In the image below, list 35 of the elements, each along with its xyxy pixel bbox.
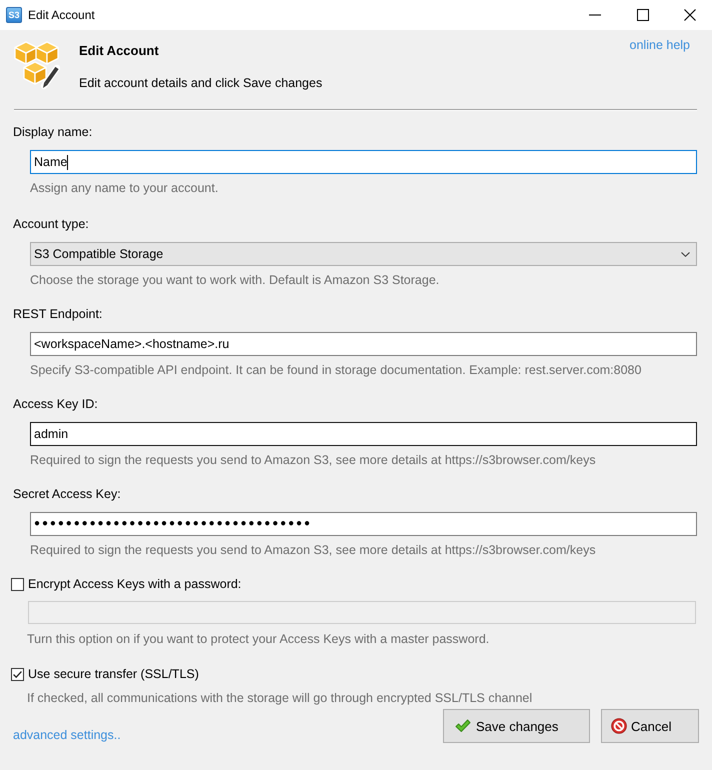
option-hint: Turn this option on if you want to protect your Access Keys with a master password. (27, 631, 490, 647)
minimize-icon[interactable] (589, 14, 601, 16)
field-label: Account type: (13, 216, 90, 232)
field-hint: Choose the storage you want to work with. Default is Amazon S3 Storage. (30, 272, 440, 288)
cancel-button[interactable]: Cancel (601, 709, 699, 743)
dropdown[interactable]: S3 Compatible Storage (30, 242, 697, 266)
option-hint: If checked, all communications with the storage will go through encrypted SSL/TLS channel (27, 690, 534, 706)
save-button[interactable]: Save changes (443, 709, 590, 743)
field-hint: Required to sign the requests you send to Amazon S3, see more details at https://s3browser.com/keys (30, 452, 597, 468)
password-field[interactable]: ●●●●●●●●●●●●●●●●●●●●●●●●●●●●●●●●●●● (30, 512, 697, 536)
field-hint: Assign any name to your account. (30, 180, 220, 196)
field-label: Secret Access Key: (13, 486, 122, 502)
boxes-with-pencil-icon (14, 40, 60, 90)
maximize-icon[interactable] (637, 9, 649, 21)
text-field[interactable]: Name (30, 150, 697, 174)
app-icon: S3 (6, 7, 22, 23)
window-title: Edit Account (28, 8, 95, 22)
chevron-down-icon (681, 252, 690, 256)
text-field[interactable]: admin (30, 422, 697, 446)
field-hint: Required to sign the requests you send to Amazon S3, see more details at https://s3browser.com/keys (30, 542, 597, 558)
field-hint: Specify S3-compatible API endpoint. It can be found in storage documentation. Example: rest.server.com:8080 (30, 362, 642, 378)
checkbox-label[interactable]: Use secure transfer (SSL/TLS) (28, 666, 199, 682)
text-cursor-icon (67, 154, 68, 170)
dialog-subtitle: Edit account details and click Save changes (79, 75, 322, 91)
field-label: Display name: (13, 124, 94, 140)
text-field[interactable]: <workspaceName>.<hostname>.ru (30, 332, 697, 356)
close-icon[interactable] (684, 9, 696, 21)
prohibited-icon (611, 718, 627, 734)
dialog-heading: Edit Account (79, 43, 160, 59)
field-label: Access Key ID: (13, 396, 99, 412)
checkbox[interactable] (11, 578, 24, 590)
field-label: REST Endpoint: (13, 306, 104, 322)
checkbox[interactable] (11, 668, 24, 680)
check-icon (455, 718, 471, 734)
checkbox-label[interactable]: Encrypt Access Keys with a password: (28, 576, 242, 592)
